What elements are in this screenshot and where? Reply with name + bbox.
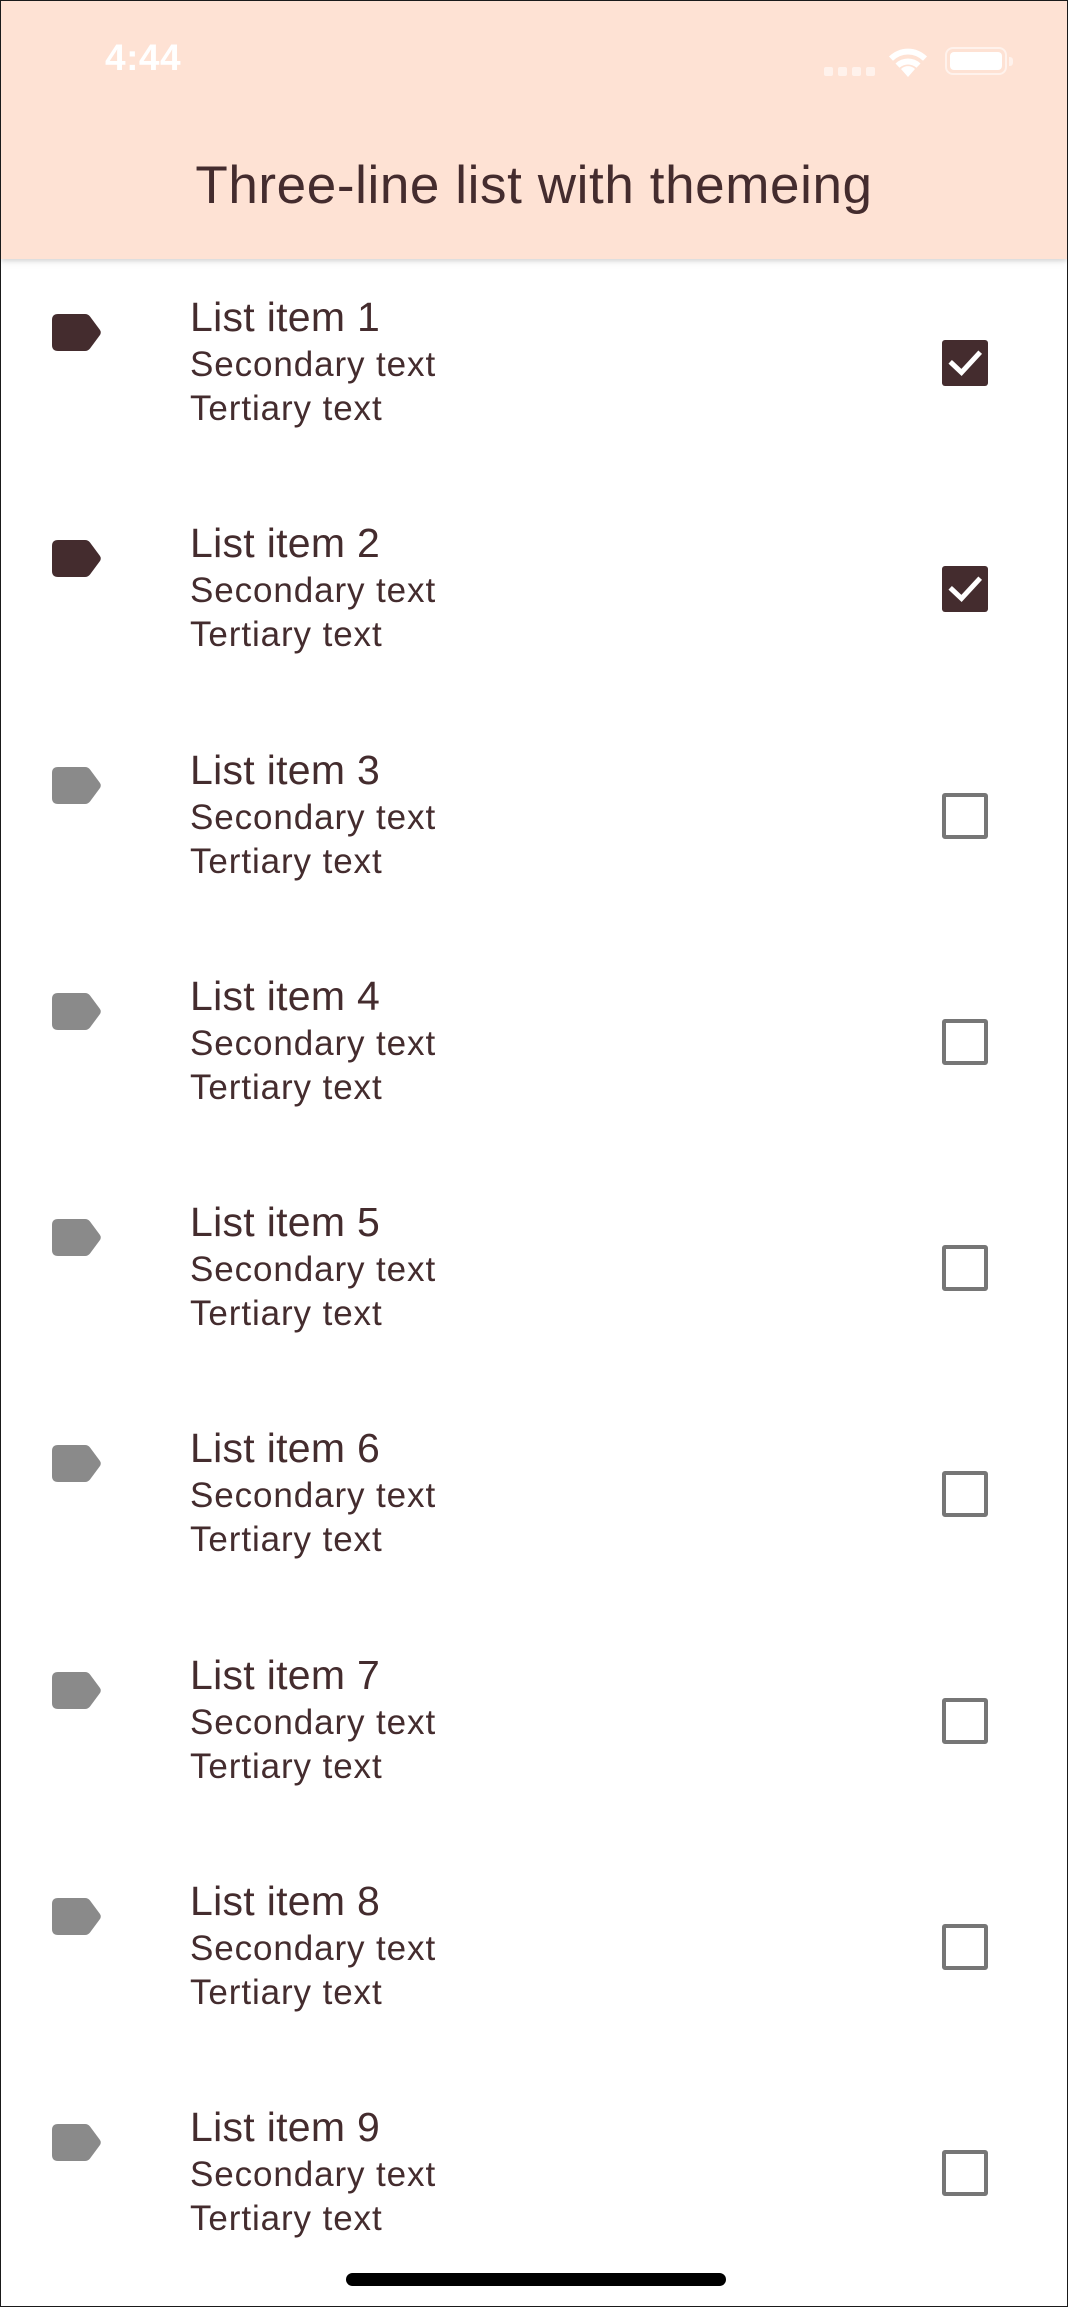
checkbox-unchecked[interactable]	[942, 2150, 988, 2197]
list-item-tertiary-text: Tertiary text	[190, 615, 383, 655]
checkmark-icon	[948, 576, 983, 603]
list-item[interactable]: List item 9 Secondary text Tertiary text	[1, 2069, 1067, 2295]
list-item-tertiary-text: Tertiary text	[190, 1746, 383, 1786]
list-item-text: List item 2 Secondary text Tertiary text	[190, 519, 436, 657]
list-item-primary-text: List item 3	[190, 746, 381, 793]
checkbox-unchecked[interactable]	[942, 1471, 988, 1518]
list-item[interactable]: List item 7 Secondary text Tertiary text	[1, 1617, 1067, 1843]
battery-terminal	[1009, 57, 1013, 66]
label-icon	[52, 314, 101, 351]
list-item-primary-text: List item 5	[190, 1199, 381, 1246]
list-item[interactable]: List item 2 Secondary text Tertiary text	[1, 485, 1067, 711]
wifi-icon	[889, 48, 927, 77]
page-title: Three-line list with themeing	[195, 156, 873, 215]
list-item-secondary-text: Secondary text	[190, 2155, 437, 2195]
list-item-text: List item 6 Secondary text Tertiary text	[190, 1424, 436, 1562]
label-icon	[52, 992, 101, 1030]
three-line-list: List item 1 Secondary text Tertiary text…	[1, 259, 1067, 2296]
checkbox-checked[interactable]	[942, 566, 988, 613]
list-item-primary-text: List item 6	[190, 1425, 381, 1472]
list-item-tertiary-text: Tertiary text	[190, 1973, 383, 2013]
list-item-tertiary-text: Tertiary text	[190, 841, 383, 881]
label-icon	[52, 1898, 101, 1936]
list-item-primary-text: List item 7	[190, 1651, 381, 1698]
label-icon	[52, 2124, 101, 2162]
list-item-secondary-text: Secondary text	[190, 1476, 437, 1516]
list-item-text: List item 7 Secondary text Tertiary text	[190, 1651, 436, 1789]
label-icon	[52, 1445, 101, 1483]
home-indicator[interactable]	[346, 2273, 726, 2286]
list-item-tertiary-text: Tertiary text	[190, 1294, 383, 1334]
checkbox-unchecked[interactable]	[942, 1697, 988, 1744]
list-item-text: List item 8 Secondary text Tertiary text	[190, 1877, 436, 2015]
list-item-primary-text: List item 8	[190, 1878, 381, 1925]
list-item-secondary-text: Secondary text	[190, 571, 437, 611]
list-item[interactable]: List item 6 Secondary text Tertiary text	[1, 1390, 1067, 1616]
list-item-secondary-text: Secondary text	[190, 1023, 437, 1063]
list-item-text: List item 3 Secondary text Tertiary text	[190, 746, 436, 884]
battery-level	[950, 52, 1002, 70]
list-item-secondary-text: Secondary text	[190, 1702, 437, 1742]
list-item[interactable]: List item 4 Secondary text Tertiary text	[1, 938, 1067, 1164]
list-item-secondary-text: Secondary text	[190, 1929, 437, 1969]
cellular-signal-icon	[824, 67, 875, 76]
list-item-primary-text: List item 1	[190, 294, 381, 340]
signal-bar	[852, 67, 861, 76]
list-item-tertiary-text: Tertiary text	[190, 2199, 383, 2239]
label-icon	[52, 766, 101, 804]
list-item-text: List item 9 Secondary text Tertiary text	[190, 2103, 436, 2241]
signal-bar	[866, 67, 875, 76]
list-item-primary-text: List item 4	[190, 972, 381, 1019]
checkbox-unchecked[interactable]	[942, 1245, 988, 1292]
list-item[interactable]: List item 1 Secondary text Tertiary text	[1, 259, 1067, 485]
device-screen: 4:44 Three-line list with themeing List …	[0, 0, 1068, 2307]
list-item[interactable]: List item 3 Secondary text Tertiary text	[1, 712, 1067, 938]
list-item-secondary-text: Secondary text	[190, 345, 437, 384]
list-item-tertiary-text: Tertiary text	[190, 1520, 383, 1560]
battery-icon	[945, 47, 1013, 75]
label-icon	[52, 1671, 101, 1709]
label-icon	[52, 1219, 101, 1257]
list-item-primary-text: List item 9	[190, 2104, 381, 2151]
status-bar-time: 4:44	[105, 37, 182, 78]
checkbox-unchecked[interactable]	[942, 1018, 988, 1065]
app-bar: 4:44 Three-line list with themeing	[1, 1, 1067, 259]
label-icon	[52, 540, 101, 578]
checkbox-checked[interactable]	[942, 340, 988, 386]
checkbox-unchecked[interactable]	[942, 1924, 988, 1971]
list-item-tertiary-text: Tertiary text	[190, 389, 383, 428]
list-item-secondary-text: Secondary text	[190, 1250, 437, 1290]
list-item-text: List item 4 Secondary text Tertiary text	[190, 972, 436, 1110]
checkbox-unchecked[interactable]	[942, 792, 988, 839]
checkmark-icon	[948, 350, 983, 377]
list-item-primary-text: List item 2	[190, 520, 381, 567]
signal-bar	[838, 67, 847, 76]
list-item-text: List item 1 Secondary text Tertiary text	[190, 293, 436, 431]
list-item-secondary-text: Secondary text	[190, 797, 437, 837]
list-item[interactable]: List item 8 Secondary text Tertiary text	[1, 1843, 1067, 2069]
list-item[interactable]: List item 5 Secondary text Tertiary text	[1, 1164, 1067, 1390]
list-item-text: List item 5 Secondary text Tertiary text	[190, 1198, 436, 1336]
signal-bar	[824, 67, 833, 76]
list-item-tertiary-text: Tertiary text	[190, 1067, 383, 1107]
